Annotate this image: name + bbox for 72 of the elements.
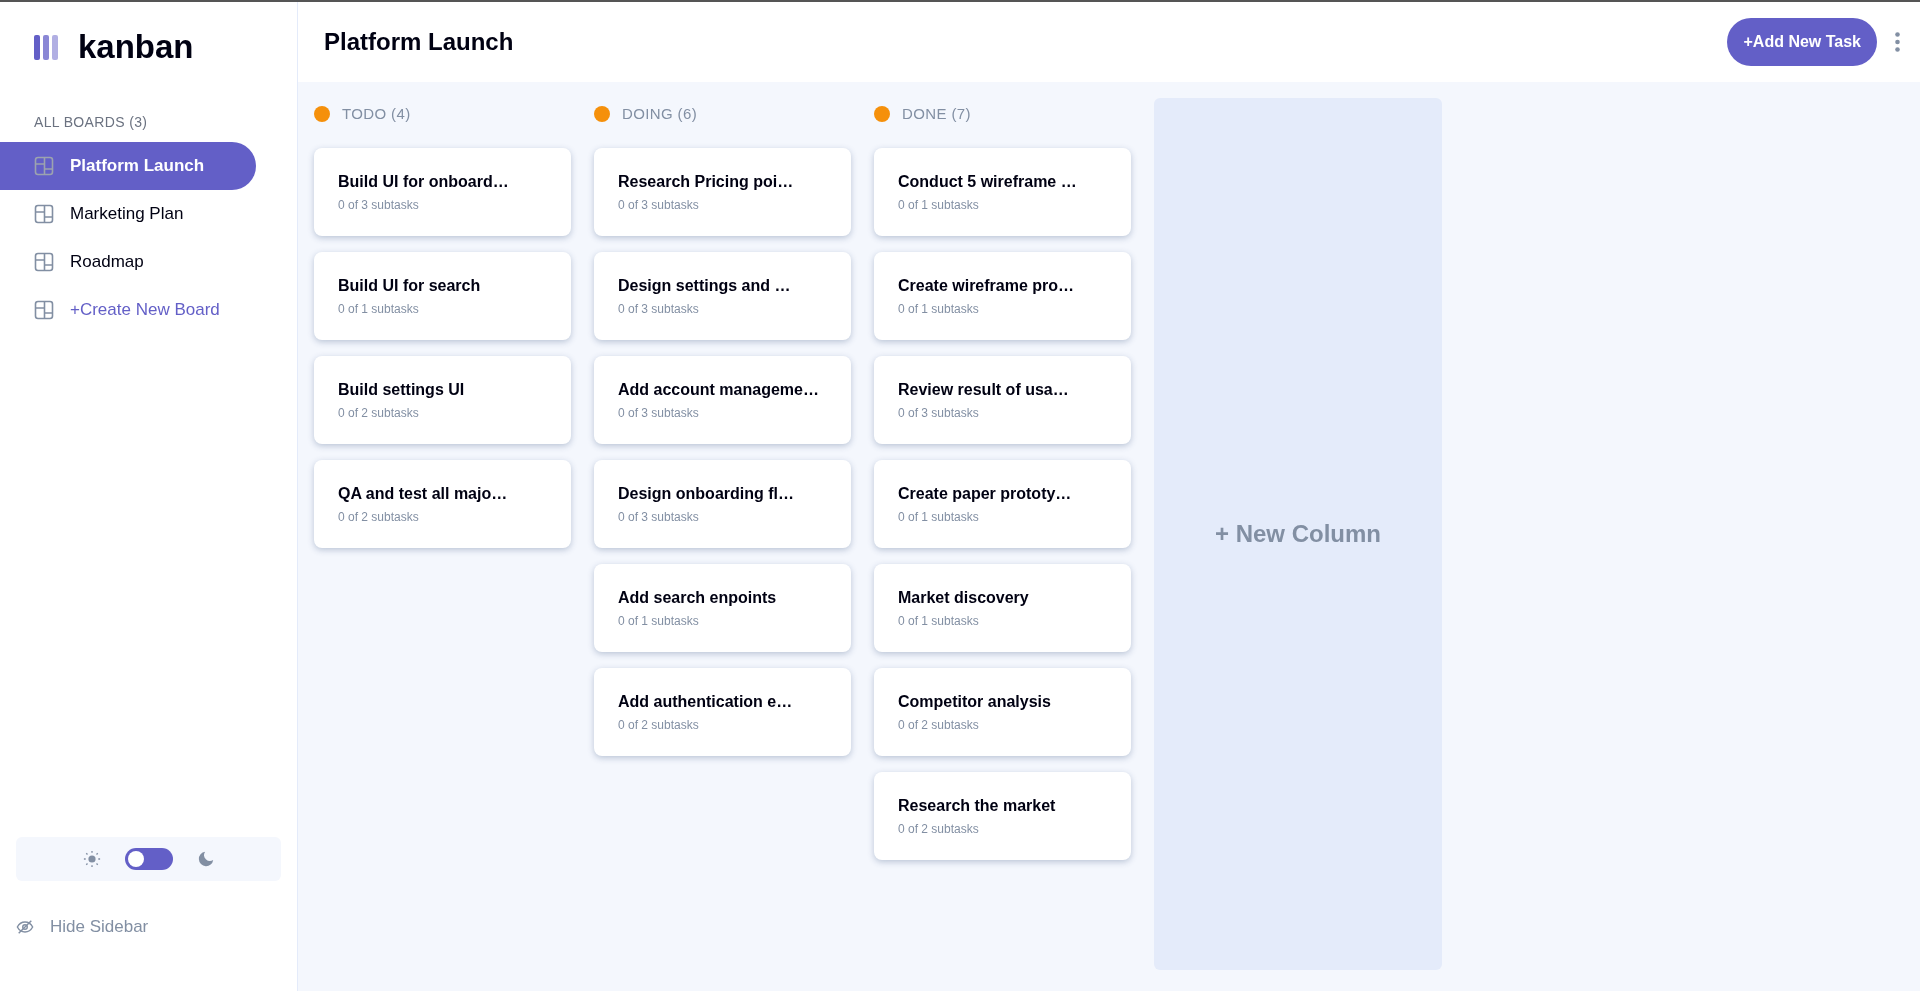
task-card[interactable]: Review result of usa… 0 of 3 subtasks [874,356,1131,444]
task-title: Add authentication e… [618,692,794,712]
task-card[interactable]: Research the market 0 of 2 subtasks [874,772,1131,860]
column-title: DONE (7) [902,103,971,124]
task-card[interactable]: Add authentication e… 0 of 2 subtasks [594,668,851,756]
more-options-icon[interactable] [1895,32,1900,52]
task-title: Build UI for search [338,276,482,296]
task-title: Competitor analysis [898,692,1052,712]
boards-heading: ALL BOARDS (3) [33,113,149,132]
task-title: Design onboarding fl… [618,484,795,504]
board-tab[interactable]: Marketing Plan [0,190,256,238]
subtask-count: 0 of 2 subtasks [338,405,420,422]
board-icon [34,300,54,320]
task-title: Build settings UI [338,380,466,400]
subtask-count: 0 of 3 subtasks [898,405,980,422]
task-card[interactable]: Build UI for search 0 of 1 subtasks [314,252,571,340]
column-title: DOING (6) [622,103,698,124]
task-title: Add account manageme… [618,380,820,400]
subtask-count: 0 of 2 subtasks [618,717,700,734]
task-card[interactable]: Create paper prototy… 0 of 1 subtasks [874,460,1131,548]
task-title: Conduct 5 wireframe … [898,172,1078,192]
task-title: Create wireframe pro… [898,276,1076,296]
task-card[interactable]: Build settings UI 0 of 2 subtasks [314,356,571,444]
subtask-count: 0 of 1 subtasks [338,301,420,318]
subtask-count: 0 of 1 subtasks [898,301,980,318]
subtask-count: 0 of 3 subtasks [338,197,420,214]
task-title: Market discovery [898,588,1030,608]
subtask-count: 0 of 1 subtasks [898,197,980,214]
task-card[interactable]: Conduct 5 wireframe … 0 of 1 subtasks [874,148,1131,236]
add-task-button[interactable]: +Add New Task [1727,18,1877,66]
subtask-count: 0 of 3 subtasks [618,301,700,318]
task-card[interactable]: Design onboarding fl… 0 of 3 subtasks [594,460,851,548]
subtask-count: 0 of 3 subtasks [618,197,700,214]
task-card[interactable]: Market discovery 0 of 1 subtasks [874,564,1131,652]
task-card[interactable]: Add account manageme… 0 of 3 subtasks [594,356,851,444]
theme-switch[interactable] [124,848,173,870]
task-card[interactable]: QA and test all majo… 0 of 2 subtasks [314,460,571,548]
subtask-count: 0 of 2 subtasks [338,509,420,526]
board-icon [34,204,54,224]
task-title: QA and test all majo… [338,484,509,504]
subtask-count: 0 of 2 subtasks [898,717,980,734]
moon-icon [196,850,215,868]
subtask-count: 0 of 3 subtasks [618,405,700,422]
task-card[interactable]: Add search enpoints 0 of 1 subtasks [594,564,851,652]
task-title: Research the market [898,796,1057,816]
board-tab[interactable]: Roadmap [0,238,256,286]
logo-icon [34,34,58,60]
board-title: Platform Launch [324,27,515,57]
task-card[interactable]: Build UI for onboard… 0 of 3 subtasks [314,148,571,236]
board-icon [34,156,54,176]
subtask-count: 0 of 1 subtasks [898,509,980,526]
eye-slash-icon [16,918,34,936]
subtask-count: 0 of 1 subtasks [898,613,980,630]
sun-icon [82,850,101,868]
task-title: Create paper prototy… [898,484,1073,504]
task-card[interactable]: Create wireframe pro… 0 of 1 subtasks [874,252,1131,340]
column-title: TODO (4) [342,103,411,124]
task-title: Add search enpoints [618,588,778,608]
board-icon [34,252,54,272]
subtask-count: 0 of 1 subtasks [618,613,700,630]
task-title: Review result of usa… [898,380,1070,400]
task-title: Design settings and … [618,276,792,296]
board-tab[interactable]: Platform Launch [0,142,256,190]
subtask-count: 0 of 3 subtasks [618,509,700,526]
create-board-button[interactable]: +Create New Board [0,286,256,334]
logo-text: kanban [78,27,194,68]
task-title: Research Pricing poi… [618,172,795,192]
task-title: Build UI for onboard… [338,172,510,192]
task-card[interactable]: Research Pricing poi… 0 of 3 subtasks [594,148,851,236]
subtask-count: 0 of 2 subtasks [898,821,980,838]
task-card[interactable]: Design settings and … 0 of 3 subtasks [594,252,851,340]
task-card[interactable]: Competitor analysis 0 of 2 subtasks [874,668,1131,756]
